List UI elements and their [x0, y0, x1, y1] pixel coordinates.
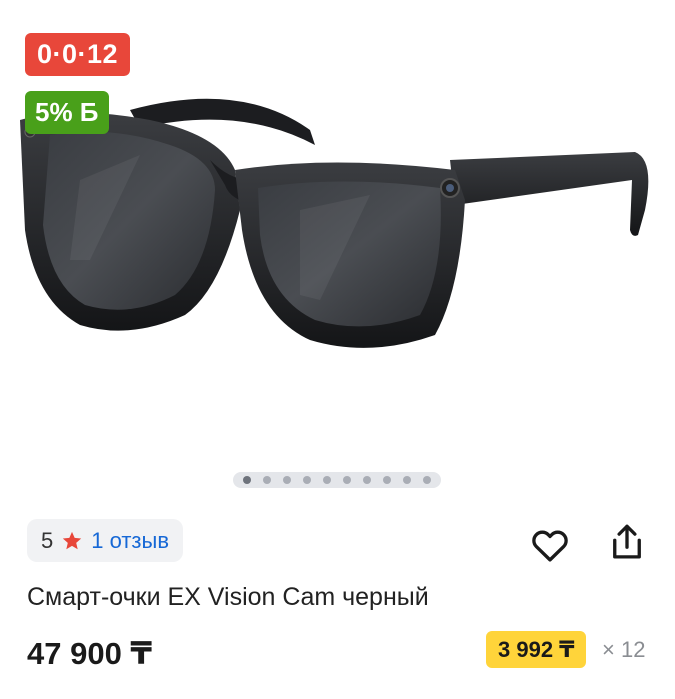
gallery-dot[interactable] [263, 476, 271, 484]
gallery-dot[interactable] [383, 476, 391, 484]
product-image [20, 98, 649, 348]
gallery-dot[interactable] [303, 476, 311, 484]
product-title: Смарт-очки EX Vision Cam черный [27, 583, 429, 611]
installment-badge: 0·0·12 [25, 33, 131, 76]
gallery-dot[interactable] [323, 476, 331, 484]
share-icon[interactable] [606, 520, 648, 564]
heart-icon[interactable] [529, 524, 571, 566]
gallery-dot[interactable] [423, 476, 431, 484]
gallery-pagination[interactable] [233, 472, 441, 488]
product-price: 47 900 ₸ [27, 636, 152, 671]
rating-reviews-button[interactable]: 5 1 отзыв [27, 519, 184, 562]
gallery-dot[interactable] [403, 476, 411, 484]
gallery-dot[interactable] [363, 476, 371, 484]
rating-value: 5 [41, 527, 54, 553]
reviews-link[interactable]: 1 отзыв [91, 528, 169, 554]
gallery-dot[interactable] [343, 476, 351, 484]
bonus-badge: 5% Б [25, 91, 109, 134]
star-icon [63, 531, 82, 549]
installment-monthly-price[interactable]: 3 992 ₸ [486, 631, 587, 668]
installment-months: × 12 [602, 637, 646, 662]
gallery-dot[interactable] [243, 476, 251, 484]
gallery-dot[interactable] [283, 476, 291, 484]
product-gallery[interactable]: 0·0·12 5% Б [0, 0, 675, 488]
